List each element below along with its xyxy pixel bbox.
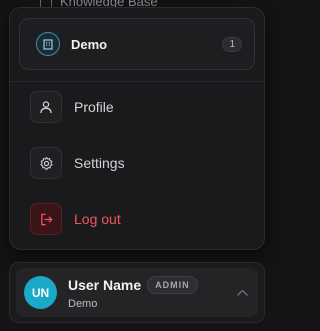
org-count-badge: 1 bbox=[222, 36, 242, 52]
settings-label: Settings bbox=[74, 155, 125, 171]
chevron-up-icon bbox=[237, 289, 248, 296]
settings-menu-item[interactable]: Settings bbox=[30, 147, 125, 179]
user-icon bbox=[30, 91, 62, 123]
role-badge: ADMIN bbox=[147, 275, 198, 294]
logout-menu-item[interactable]: Log out bbox=[30, 203, 121, 235]
org-name: Demo bbox=[71, 36, 108, 52]
user-footer: UN User Name ADMIN Demo bbox=[9, 262, 265, 323]
user-menu-trigger[interactable]: UN User Name ADMIN Demo bbox=[16, 268, 258, 317]
profile-menu-item[interactable]: Profile bbox=[30, 91, 114, 123]
org-switcher[interactable]: Demo 1 bbox=[19, 18, 255, 70]
building-icon bbox=[36, 32, 60, 56]
logout-label: Log out bbox=[74, 211, 121, 227]
user-menu-dropdown: Demo 1 Profile Settings Log out bbox=[9, 7, 265, 250]
user-name: User Name bbox=[68, 276, 142, 293]
avatar: UN bbox=[24, 276, 57, 309]
profile-label: Profile bbox=[74, 99, 114, 115]
gear-icon bbox=[30, 147, 62, 179]
user-org: Demo bbox=[68, 297, 98, 310]
menu-divider bbox=[10, 81, 264, 82]
logout-icon bbox=[30, 203, 62, 235]
